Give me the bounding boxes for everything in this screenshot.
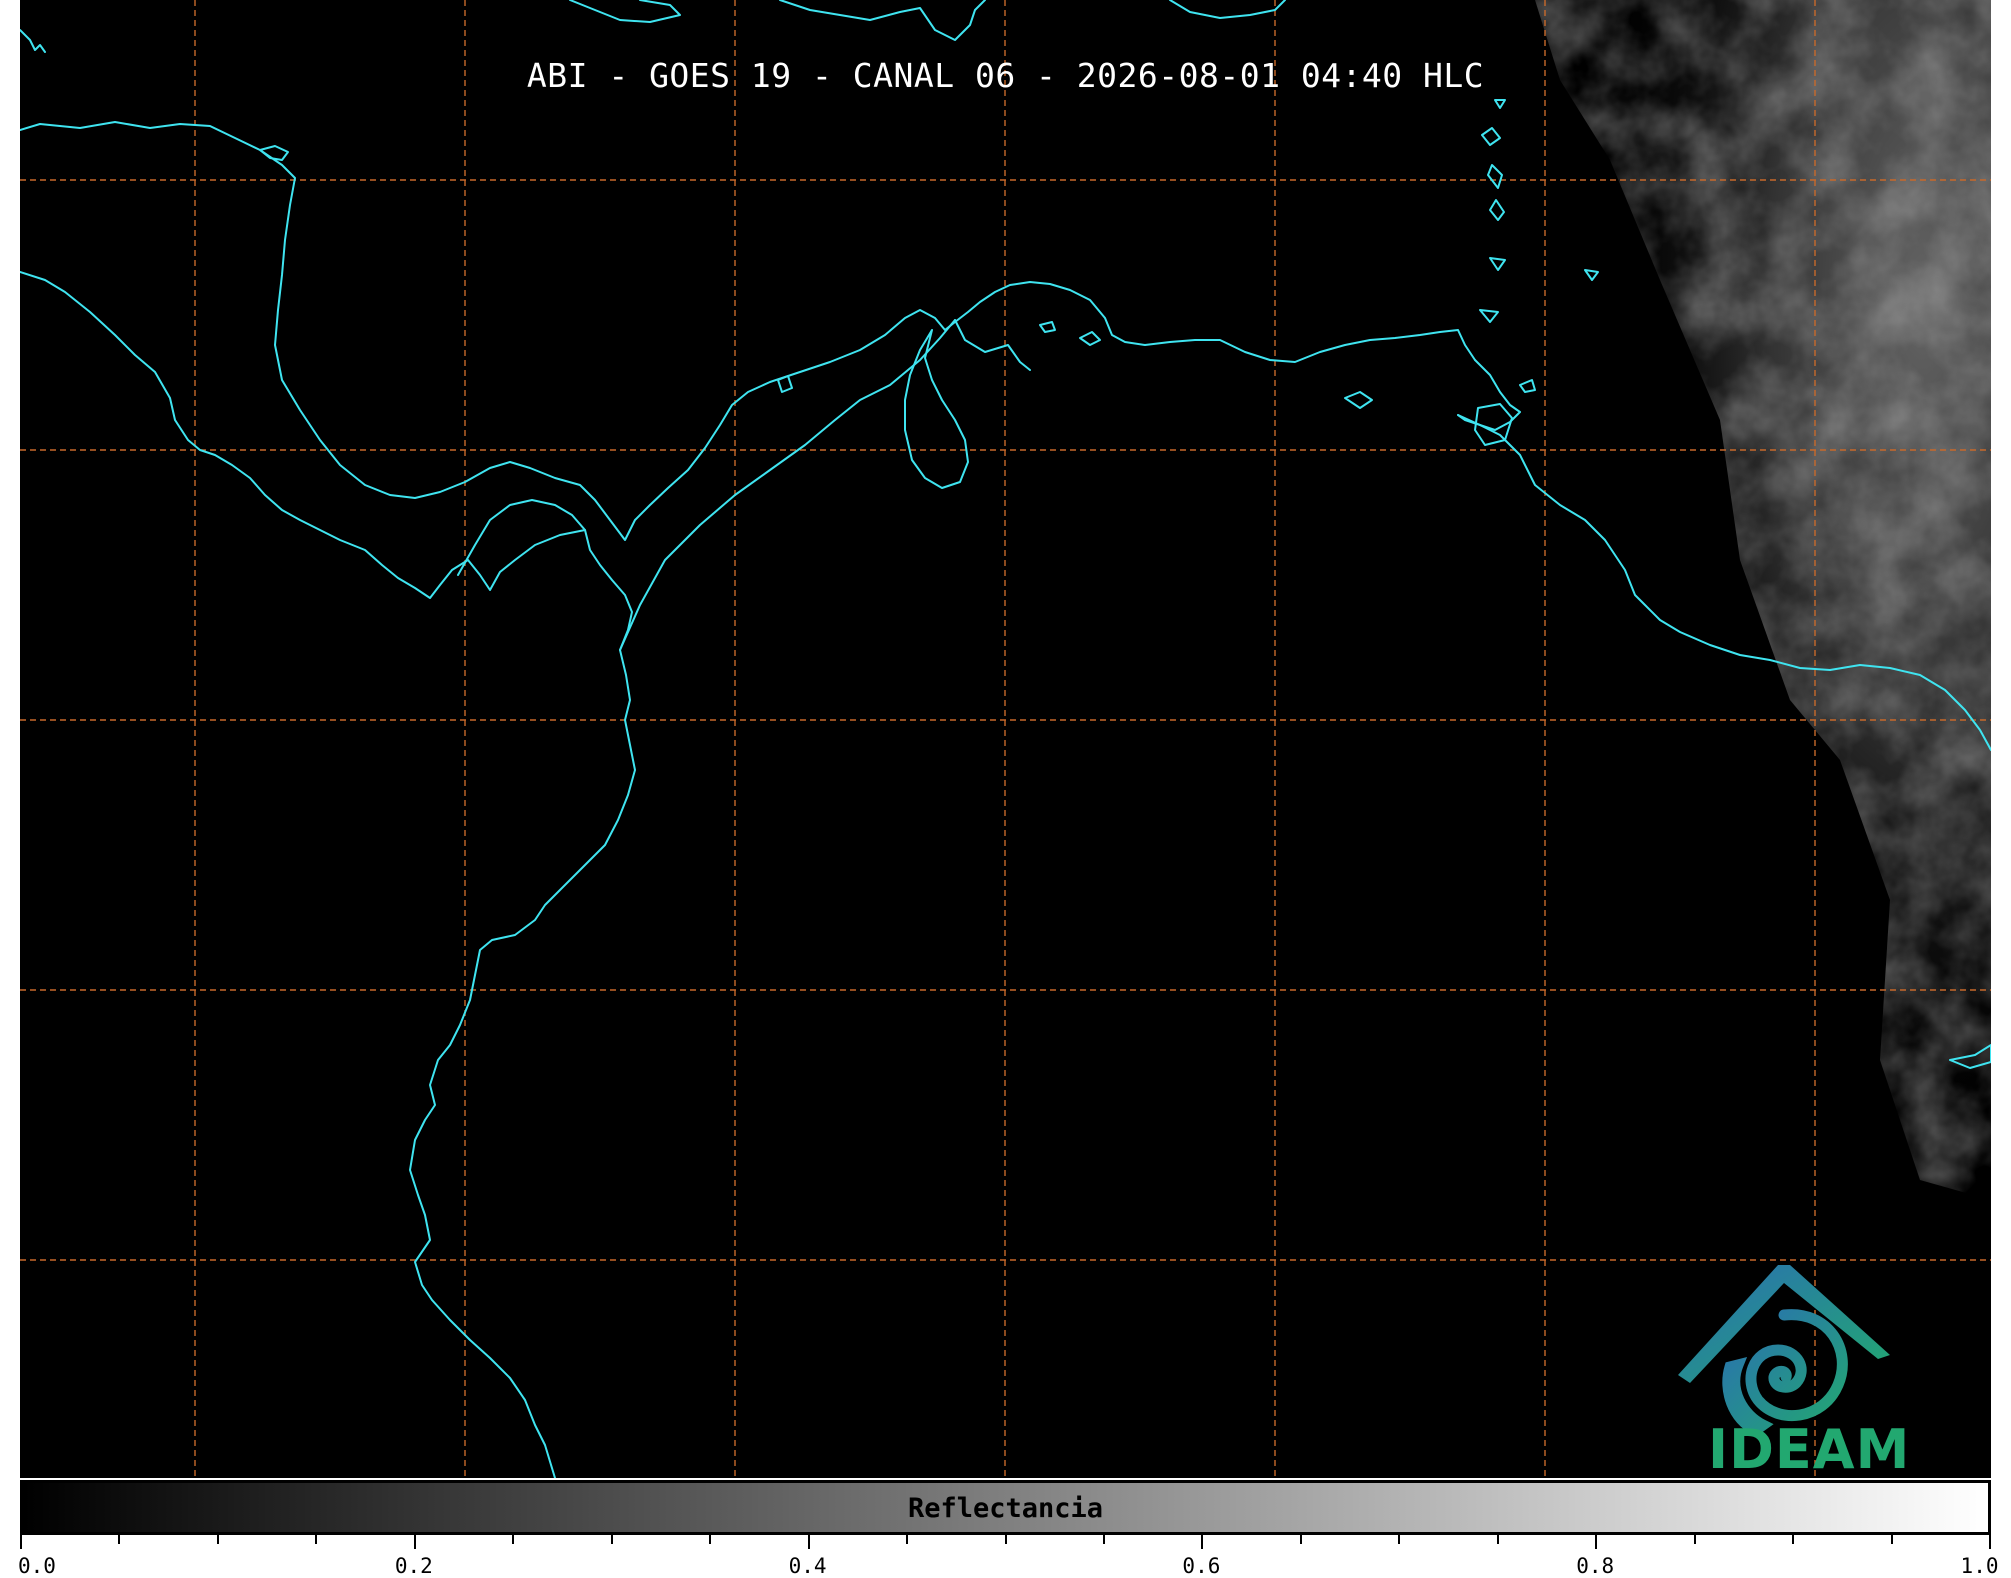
colorbar-major-tick: [413, 1535, 416, 1549]
colorbar-major-tick: [1595, 1535, 1598, 1549]
colorbar-tick-label: 1.0: [1960, 1554, 1999, 1578]
colorbar-label: Reflectancia: [907, 1493, 1104, 1524]
colorbar-major-tick: [807, 1535, 810, 1549]
coastline-lake-maracaibo: [904, 329, 969, 489]
island-tobago: [1519, 379, 1536, 393]
colorbar-minor-tick: [216, 1535, 219, 1544]
colorbar-minor-tick: [512, 1535, 515, 1544]
island-san-andres: [777, 375, 793, 393]
colorbar-major-tick: [1989, 1535, 1991, 1549]
colorbar-minor-tick: [1693, 1535, 1696, 1544]
colorbar-axis: 0.0 0.2 0.4 0.6 0.8 1.0: [18, 1535, 1998, 1578]
colorbar-minor-tick: [709, 1535, 712, 1544]
colorbar-tick-label: 0.2: [394, 1554, 433, 1578]
island-aruba: [1039, 321, 1056, 333]
coastline-guajira: [954, 319, 1031, 371]
island-hispaniola: [1169, 0, 1286, 19]
colorbar-minor-tick: [1890, 1535, 1893, 1544]
coastline-yucatan-north: [20, 29, 46, 53]
island-small-a: [1584, 269, 1599, 281]
island-lesser-antilles-b: [1481, 127, 1501, 146]
colorbar-minor-tick: [1102, 1535, 1105, 1544]
spiral-icon: [1722, 1309, 1848, 1437]
colorbar-major-tick: [1201, 1535, 1204, 1549]
colorbar-minor-tick: [1398, 1535, 1401, 1544]
colorbar-minor-tick: [1299, 1535, 1302, 1544]
island-curacao: [1079, 331, 1101, 346]
colorbar-tick-label: 0.0: [18, 1554, 56, 1578]
island-lesser-antilles-d: [1489, 199, 1505, 221]
colorbar-minor-tick: [1792, 1535, 1795, 1544]
satellite-image-panel: ABI - GOES 19 - CANAL 06 - 2026-08-01 04…: [20, 0, 1991, 1478]
colorbar-minor-tick: [315, 1535, 318, 1544]
colorbar-minor-tick: [1496, 1535, 1499, 1544]
island-lesser-antilles-c: [1487, 164, 1503, 189]
mountain-roof-icon: [1678, 1265, 1890, 1383]
colorbar: Reflectancia: [20, 1480, 1991, 1535]
colorbar-tick-label: 0.4: [788, 1554, 827, 1578]
colorbar-minor-tick: [1004, 1535, 1007, 1544]
colorbar-minor-tick: [610, 1535, 613, 1544]
map-title: ABI - GOES 19 - CANAL 06 - 2026-08-01 04…: [526, 56, 1485, 95]
coastline-colombia-pacific: [409, 649, 636, 1478]
logo-text: IDEAM: [1708, 1418, 1911, 1478]
coastline-central-america-pacific: [20, 271, 586, 599]
colorbar-major-tick: [20, 1535, 22, 1549]
island-cuba-south: [569, 0, 681, 23]
island-yucatan-a: [259, 145, 289, 161]
colorbar-minor-tick: [906, 1535, 909, 1544]
coastline-panama: [457, 499, 633, 651]
island-lesser-antilles-f: [1479, 309, 1499, 323]
island-margarita: [1344, 391, 1373, 409]
coastline-gulf-yucatan: [20, 121, 1476, 541]
colorbar-minor-tick: [118, 1535, 121, 1544]
colorbar-tick-label: 0.8: [1576, 1554, 1615, 1578]
island-lesser-antilles-e: [1489, 257, 1506, 271]
island-lesser-antilles-a: [1494, 99, 1506, 109]
island-jamaica: [779, 0, 986, 41]
colorbar-tick-label: 0.6: [1182, 1554, 1221, 1578]
